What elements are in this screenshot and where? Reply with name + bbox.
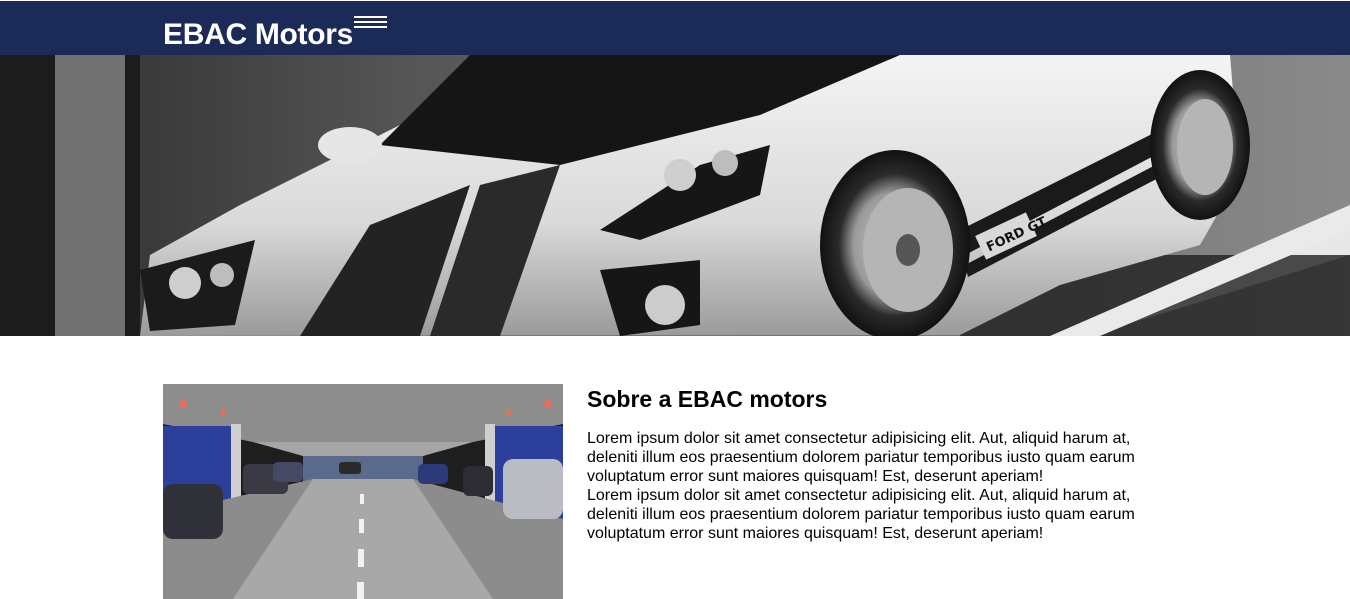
about-title: Sobre a EBAC motors — [587, 386, 828, 412]
hamburger-menu-icon[interactable] — [354, 16, 387, 34]
site-logo[interactable]: EBAC Motors — [163, 15, 353, 55]
menu-line — [354, 26, 387, 28]
about-text: Lorem ipsum dolor sit amet consectetur a… — [587, 429, 1147, 543]
sports-car-photo: FORD GT — [0, 55, 1350, 336]
menu-line — [354, 21, 387, 23]
about-paragraph: Lorem ipsum dolor sit amet consectetur a… — [587, 487, 1135, 542]
hero-banner: FORD GT — [0, 55, 1350, 336]
site-header: EBAC Motors — [0, 0, 1350, 55]
parking-garage-photo — [163, 384, 563, 599]
menu-line — [354, 16, 387, 18]
about-section: Sobre a EBAC motors Lorem ipsum dolor si… — [163, 384, 1163, 599]
about-paragraph: Lorem ipsum dolor sit amet consectetur a… — [587, 430, 1135, 485]
